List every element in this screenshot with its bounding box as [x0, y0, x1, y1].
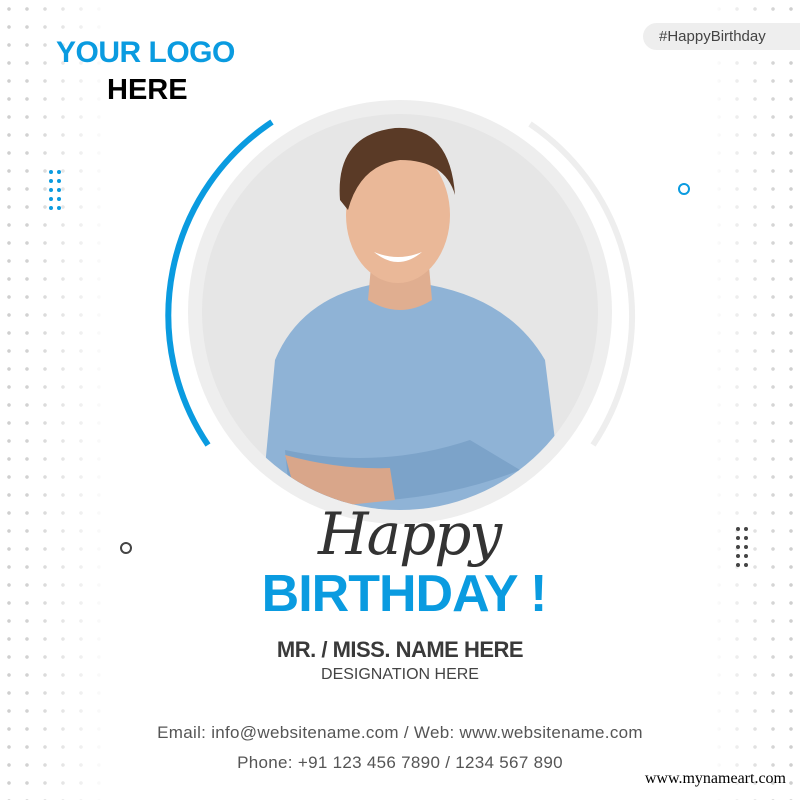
watermark: www.mynameart.com: [644, 770, 786, 787]
blue-dots-grid: [49, 170, 61, 210]
happy-script: Happy: [318, 500, 502, 568]
blue-ring-icon: [678, 183, 690, 195]
logo-line-2: HERE: [107, 74, 188, 106]
birthday-heading: BIRTHDAY !: [261, 565, 548, 623]
logo-line-1: YOUR LOGO: [56, 36, 235, 69]
person-name: MR. / MISS. NAME HERE: [276, 637, 524, 662]
dark-ring-icon: [120, 542, 132, 554]
email-web-line: Email: info@websitename.com / Web: www.w…: [157, 723, 643, 742]
person-designation: DESIGNATION HERE: [321, 666, 479, 683]
dark-dots-grid: [736, 527, 748, 567]
hashtag-badge: #HappyBirthday: [643, 23, 800, 50]
